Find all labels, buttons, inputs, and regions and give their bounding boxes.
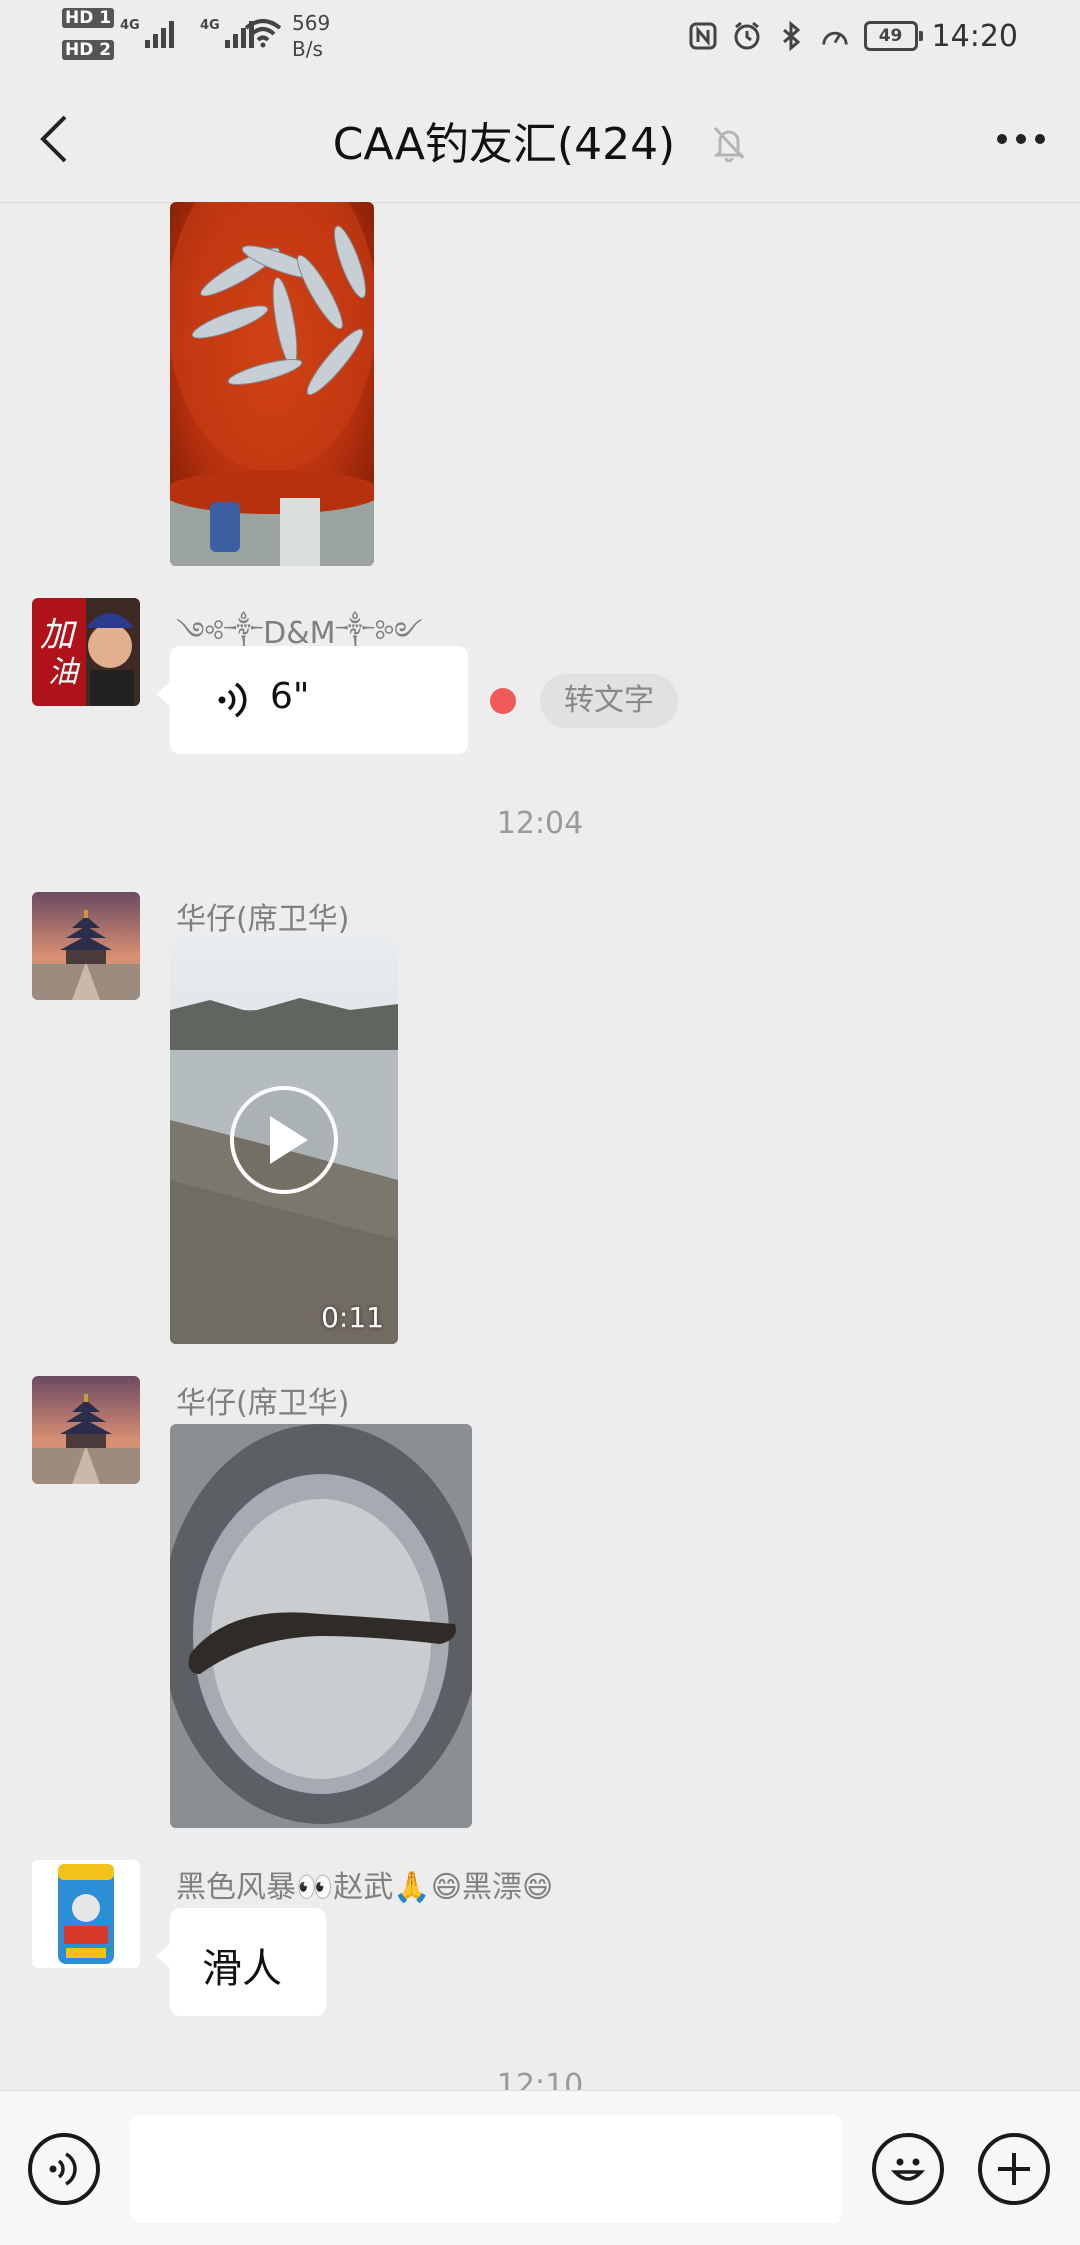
sender-name: 华仔(席卫华) [176, 1386, 350, 1421]
hd-indicator-2: HD 2 [62, 40, 117, 60]
timestamp: 12:10 [496, 2068, 584, 2090]
plus-icon [998, 2153, 1030, 2185]
svg-text:油: 油 [48, 655, 81, 690]
voice-icon [218, 682, 247, 718]
avatar-huazai[interactable] [32, 892, 140, 1000]
chat-title: CAA钓友汇(424) [0, 108, 1080, 173]
bluetooth-icon [776, 21, 806, 51]
video-message[interactable]: 0:11 [170, 940, 398, 1344]
avatar-heise[interactable] [32, 1860, 140, 1968]
speedometer-icon [820, 21, 850, 51]
emoji-icon [890, 2158, 926, 2181]
fish-photo [170, 202, 374, 566]
avatar-huazai[interactable] [32, 1376, 140, 1484]
avatar-dm[interactable]: 加 油 [32, 598, 140, 706]
message-input[interactable] [130, 2115, 842, 2223]
cell-signal-1-icon: 4G [120, 18, 174, 48]
emoji-button[interactable] [872, 2133, 944, 2205]
avatar-dm-image: 加 油 [32, 598, 140, 706]
fish-photo-message[interactable] [170, 202, 374, 566]
bottle-avatar-image [32, 1860, 140, 1968]
loach-photo-message[interactable] [170, 1424, 472, 1828]
nfc-icon [688, 21, 718, 51]
timestamp: 12:04 [496, 806, 584, 841]
group-name: CAA钓友汇(424) [332, 119, 676, 170]
convert-to-text-button[interactable]: 转文字 [540, 674, 678, 728]
text-message-bubble[interactable]: 滑人 [156, 1908, 326, 2016]
voice-duration: 6" [270, 676, 310, 717]
sender-name: 黑色风暴👀赵武🙏😄黑漂😄 [176, 1870, 554, 1905]
temple-avatar-image [32, 892, 140, 1000]
plus-button[interactable] [978, 2133, 1050, 2205]
video-thumbnail [170, 940, 398, 1344]
more-button[interactable] [990, 110, 1052, 168]
sender-name: 华仔(席卫华) [176, 902, 350, 937]
clock: 14:20 [931, 18, 1018, 54]
mute-bell-icon [711, 122, 747, 173]
battery-indicator: 49 [863, 21, 923, 51]
hd-indicator-1: HD 1 [62, 8, 117, 28]
voice-input-button[interactable] [28, 2133, 100, 2205]
loach-photo [170, 1424, 472, 1828]
voice-input-icon [49, 2152, 77, 2186]
chat-header: CAA钓友汇(424) [0, 72, 1080, 203]
alarm-icon [732, 21, 762, 51]
status-bar: HD 1 HD 2 4G 4G 569 B/s 49 14:20 [0, 0, 1080, 72]
voice-message-bubble[interactable]: 6" [156, 646, 468, 754]
status-right: 49 14:20 [688, 14, 1080, 58]
temple-avatar-image [32, 1376, 140, 1484]
svg-text:加: 加 [40, 615, 78, 655]
unread-dot [490, 688, 516, 714]
message-list[interactable]: 加 油 ༺༒D&M༒༻ 6" 转文字 12:04 华仔(席卫华) 0:11 华仔… [0, 202, 1080, 2090]
video-duration: 0:11 [321, 1301, 384, 1334]
message-text: 滑人 [202, 1946, 282, 1992]
more-dots-icon [997, 134, 1045, 144]
network-speed: 569 B/s [292, 11, 331, 61]
input-bar [0, 2090, 1080, 2245]
wifi-icon [244, 19, 282, 48]
